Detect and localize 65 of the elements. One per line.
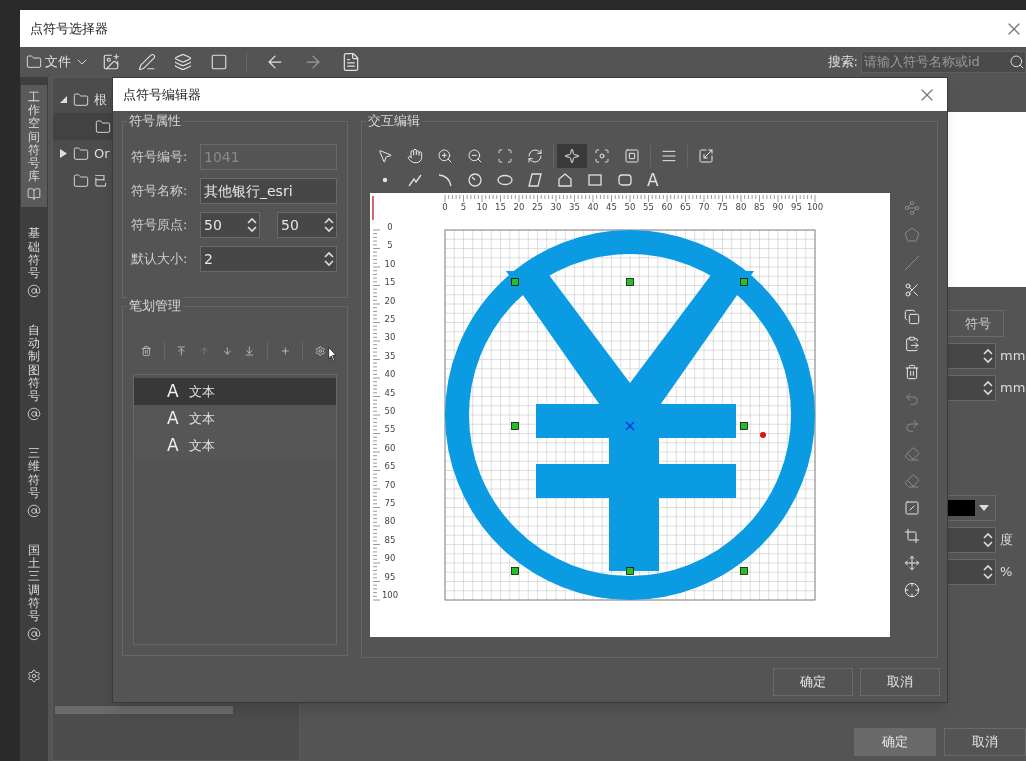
ruler-label: 50: [384, 406, 396, 416]
ruler-label: 45: [606, 202, 617, 212]
group-title: 交互编辑: [366, 112, 422, 130]
stroke-label: 文本: [188, 409, 215, 428]
ruler-label: 20: [384, 295, 396, 306]
ruler-label: 85: [754, 202, 765, 212]
ruler-label: 5: [460, 202, 467, 212]
ruler-label: 10: [384, 258, 396, 269]
group-title: 笔划管理: [127, 297, 183, 315]
ruler-label: 20: [513, 202, 525, 212]
ruler-label: 45: [384, 387, 396, 398]
ruler-label: 90: [384, 553, 396, 564]
window-title: 点符号选择器: [30, 19, 108, 38]
ruler-label: 95: [384, 571, 396, 582]
ruler-label: 70: [384, 479, 396, 490]
unit-label: mm: [1000, 379, 1026, 398]
ruler-label: 35: [384, 350, 396, 361]
ruler-label: 30: [384, 332, 396, 343]
ruler-label: 10: [476, 202, 488, 212]
ruler-label: 25: [532, 202, 543, 212]
unit-label: 度: [1000, 531, 1013, 550]
ruler-label: 60: [661, 202, 673, 212]
ruler-label: 55: [643, 202, 654, 212]
ruler-label: 65: [384, 461, 396, 472]
ruler-label: 90: [772, 202, 784, 212]
ruler-label: 40: [384, 369, 396, 380]
ruler-label: 70: [698, 202, 710, 212]
ruler-label: 40: [587, 202, 599, 212]
unit-label: mm: [1000, 347, 1026, 366]
stroke-label: 文本: [188, 436, 215, 455]
ruler-label: 65: [680, 202, 691, 212]
tree-label: 根: [94, 90, 107, 109]
ruler-label: 50: [624, 202, 636, 212]
ruler-label: 80: [735, 202, 747, 212]
ruler-label: 100: [806, 202, 824, 212]
ruler-label: 25: [384, 314, 396, 324]
ruler-label: 5: [387, 240, 393, 251]
field-label: 符号原点:: [131, 216, 189, 235]
stroke-label: 文本: [188, 382, 215, 401]
search-label: 搜索:: [827, 53, 858, 72]
text-stroke-glyph: A: [167, 379, 179, 403]
ruler-label: 75: [384, 498, 396, 508]
ruler-label: 85: [384, 534, 396, 545]
ruler-label: 100: [381, 590, 399, 600]
group-title: 符号属性: [127, 112, 183, 130]
ruler-label: 75: [717, 202, 728, 212]
dialog-title: 点符号编辑器: [123, 85, 201, 104]
text-stroke-glyph: A: [167, 406, 179, 430]
ruler-label: 95: [791, 202, 802, 212]
ruler-label: 80: [384, 516, 396, 527]
field-label: 默认大小:: [131, 250, 189, 269]
ruler-label: 15: [384, 277, 396, 288]
text-stroke-glyph: A: [167, 433, 179, 457]
unit-label: %: [1000, 563, 1013, 582]
ruler-label: 30: [550, 202, 562, 212]
tree-label: Or: [94, 144, 110, 163]
field-label: 符号名称:: [131, 182, 189, 201]
ruler-label: 55: [384, 424, 396, 435]
ruler-label: 35: [569, 202, 580, 212]
ruler-label: 0: [387, 222, 393, 232]
field-label: 符号编号:: [131, 148, 189, 167]
ruler-label: 60: [384, 442, 396, 453]
tree-label: 已: [94, 171, 107, 190]
ruler-label: 0: [442, 202, 448, 212]
ruler-label: 15: [495, 202, 506, 212]
